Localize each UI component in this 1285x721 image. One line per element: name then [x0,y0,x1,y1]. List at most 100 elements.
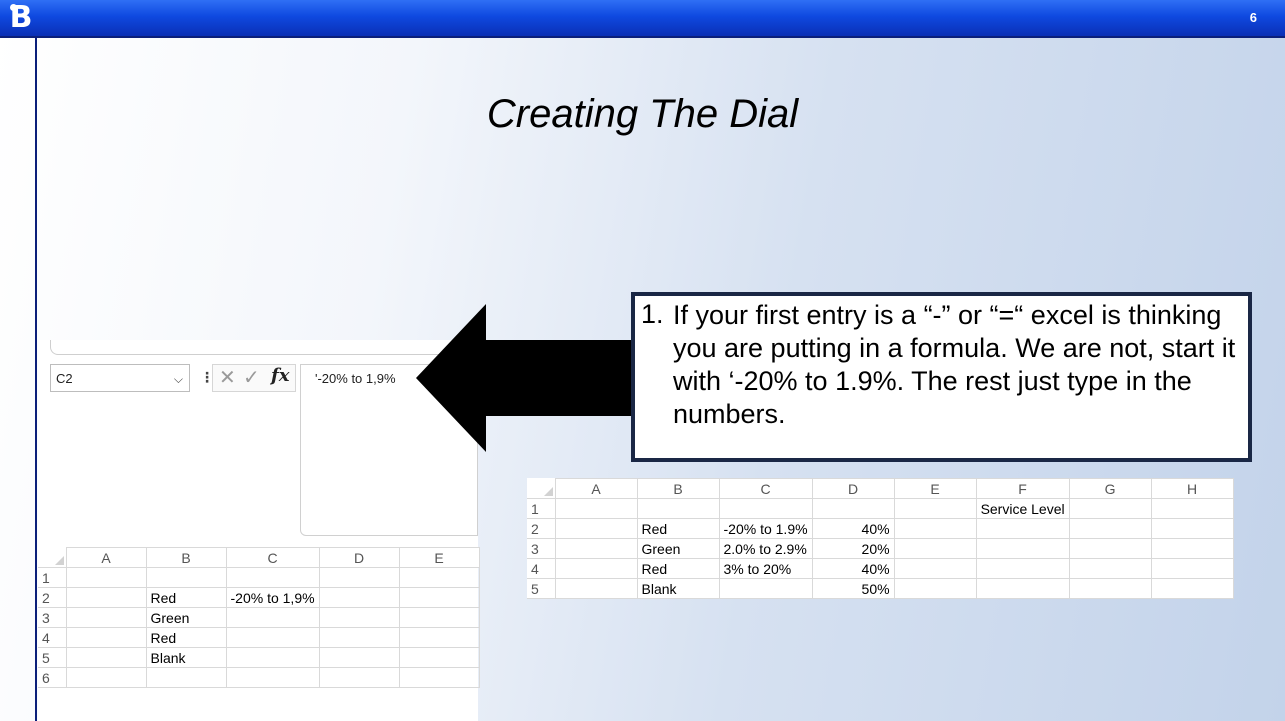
cell[interactable] [1068,538,1152,559]
row-header[interactable]: 5 [38,647,67,668]
cell[interactable]: 40% [811,558,895,579]
column-header[interactable]: A [554,478,638,499]
cell[interactable]: Green [145,607,227,628]
column-header[interactable]: C [225,547,320,568]
row-header[interactable]: 3 [38,607,67,628]
cell[interactable] [1068,578,1152,599]
cell[interactable] [318,647,400,668]
cell[interactable] [398,627,480,648]
cell[interactable] [811,498,895,519]
cell[interactable]: 40% [811,518,895,539]
cell[interactable]: Service Level [975,498,1070,519]
cell[interactable]: Green [636,538,720,559]
enter-check-icon[interactable]: ✓ [243,365,260,389]
cell[interactable] [318,667,400,688]
cell[interactable] [1068,498,1152,519]
cell[interactable] [225,607,320,628]
row-header[interactable]: 2 [38,587,67,608]
cell[interactable] [718,498,813,519]
cell[interactable] [554,498,638,519]
column-header[interactable]: H [1150,478,1234,499]
chevron-down-icon[interactable]: ⌵ [174,365,183,393]
cell[interactable] [225,627,320,648]
cell[interactable]: Red [636,518,720,539]
cell[interactable] [145,667,227,688]
cell[interactable] [398,607,480,628]
cell[interactable] [975,558,1070,579]
column-header[interactable]: E [893,478,977,499]
cell[interactable] [718,578,813,599]
row-header[interactable]: 6 [38,667,67,688]
cell[interactable] [398,667,480,688]
cancel-icon[interactable]: ✕ [219,365,236,389]
cell[interactable] [975,538,1070,559]
cell[interactable] [1150,518,1234,539]
cell[interactable] [398,567,480,588]
cell[interactable] [893,518,977,539]
column-header[interactable]: B [145,547,227,568]
cell[interactable] [65,567,147,588]
cell[interactable]: Red [636,558,720,579]
cell[interactable] [145,567,227,588]
cell[interactable] [893,538,977,559]
cell[interactable] [893,578,977,599]
cell[interactable]: Blank [636,578,720,599]
cell[interactable] [554,518,638,539]
cell[interactable]: -20% to 1,9% [225,587,320,608]
column-header[interactable]: G [1068,478,1152,499]
row-header[interactable]: 3 [527,538,556,559]
cell[interactable] [318,627,400,648]
more-options-icon[interactable]: ⋮ [200,368,214,388]
column-header[interactable]: F [975,478,1070,499]
cell[interactable]: 20% [811,538,895,559]
cell[interactable]: Blank [145,647,227,668]
cell[interactable] [1068,518,1152,539]
fx-icon[interactable]: fx [271,365,289,386]
name-box[interactable]: C2 ⌵ [50,364,190,392]
cell[interactable] [1150,498,1234,519]
cell[interactable] [1150,558,1234,579]
cell[interactable]: Red [145,587,227,608]
row-header[interactable]: 4 [38,627,67,648]
cell[interactable] [893,558,977,579]
cell[interactable] [65,647,147,668]
cell[interactable] [975,578,1070,599]
cell[interactable] [318,607,400,628]
cell[interactable] [65,587,147,608]
column-header[interactable]: B [636,478,720,499]
column-header[interactable]: D [811,478,895,499]
column-header[interactable]: E [398,547,480,568]
cell[interactable] [1150,578,1234,599]
cell[interactable] [1150,538,1234,559]
cell[interactable] [554,538,638,559]
row-header[interactable]: 1 [527,498,556,519]
column-header[interactable]: A [65,547,147,568]
cell[interactable] [65,667,147,688]
cell[interactable] [1068,558,1152,579]
cell[interactable] [636,498,720,519]
column-header[interactable]: D [318,547,400,568]
row-header[interactable]: 5 [527,578,556,599]
select-all-corner[interactable] [38,547,67,568]
cell[interactable]: 50% [811,578,895,599]
cell[interactable] [893,498,977,519]
row-header[interactable]: 1 [38,567,67,588]
cell[interactable] [65,627,147,648]
cell[interactable] [975,518,1070,539]
select-all-corner[interactable] [527,478,556,499]
cell[interactable]: -20% to 1.9% [718,518,813,539]
cell[interactable]: 2.0% to 2.9% [718,538,813,559]
cell[interactable] [398,647,480,668]
cell[interactable] [318,567,400,588]
cell[interactable] [225,667,320,688]
cell[interactable] [318,587,400,608]
cell[interactable] [398,587,480,608]
cell[interactable]: 3% to 20% [718,558,813,579]
cell[interactable]: Red [145,627,227,648]
cell[interactable] [65,607,147,628]
cell[interactable] [554,578,638,599]
row-header[interactable]: 4 [527,558,556,579]
cell[interactable] [225,647,320,668]
cell[interactable] [225,567,320,588]
row-header[interactable]: 2 [527,518,556,539]
